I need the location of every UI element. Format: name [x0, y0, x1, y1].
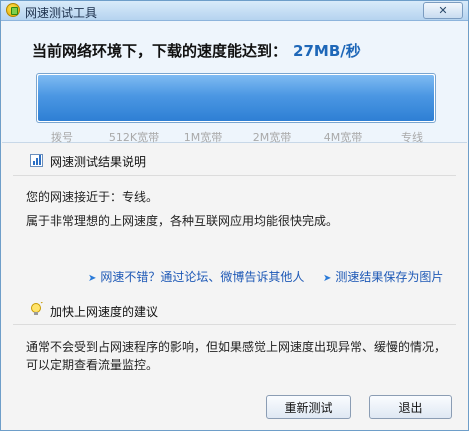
advice-line-1: 通常不会受到占网速程序的影响，但如果感觉上网速度出现异常、缓慢的情况， [26, 340, 447, 354]
tick-2m: 2M宽带 [252, 131, 292, 144]
divider [13, 175, 456, 176]
retest-button[interactable]: 重新测试 [266, 395, 351, 419]
share-link[interactable]: ➤ 网速不错？通过论坛、微博告诉其他人 [88, 268, 304, 285]
speed-test-window: 网速测试工具 ✕ 当前网络环境下，下载的速度能达到： 27MB/秒 拨号 512K… [0, 0, 469, 431]
speed-scale: 拨号 512K宽带 1M宽带 2M宽带 4M宽带 专线 [34, 129, 444, 145]
speed-bar-fill [38, 75, 434, 121]
advice-line-2: 可以定期查看流量监控。 [26, 358, 159, 372]
tick-512k: 512K宽带 [108, 131, 160, 144]
share-link-text: 网速不错？通过论坛、微博告诉其他人 [100, 270, 305, 284]
divider [13, 324, 456, 325]
lightbulb-icon [31, 302, 43, 315]
speed-result-prefix: 当前网络环境下，下载的速度能达到： [32, 42, 288, 60]
explain-line-2: 属于非常理想的上网速度，各种互联网应用均能很快完成。 [26, 214, 339, 228]
speed-result-panel: 当前网络环境下，下载的速度能达到： 27MB/秒 拨号 512K宽带 1M宽带 2… [2, 21, 467, 145]
explain-title: 网速测试结果说明 [50, 155, 147, 169]
speed-bar [36, 73, 436, 123]
close-button[interactable]: ✕ [423, 2, 463, 19]
explain-line-1: 您的网速接近于：专线。 [26, 190, 159, 204]
tick-dedicated: 专线 [401, 131, 423, 144]
title-bar[interactable]: 网速测试工具 ✕ [1, 1, 468, 21]
speed-result-text: 当前网络环境下，下载的速度能达到： 27MB/秒 [32, 40, 361, 61]
tick-1m: 1M宽带 [183, 131, 223, 144]
bar-chart-icon [30, 154, 43, 167]
save-image-link[interactable]: ➤ 测速结果保存为图片 [323, 268, 443, 285]
app-logo-icon [6, 3, 20, 17]
tick-4m: 4M宽带 [323, 131, 363, 144]
arrow-icon: ➤ [323, 273, 332, 284]
tick-dialup: 拨号 [51, 131, 73, 144]
exit-button[interactable]: 退出 [369, 395, 452, 419]
speed-value: 27MB/秒 [293, 42, 361, 60]
window-title: 网速测试工具 [25, 6, 98, 20]
save-image-link-text: 测速结果保存为图片 [335, 270, 444, 284]
advice-title: 加快上网速度的建议 [50, 305, 159, 319]
arrow-icon: ➤ [88, 273, 97, 284]
